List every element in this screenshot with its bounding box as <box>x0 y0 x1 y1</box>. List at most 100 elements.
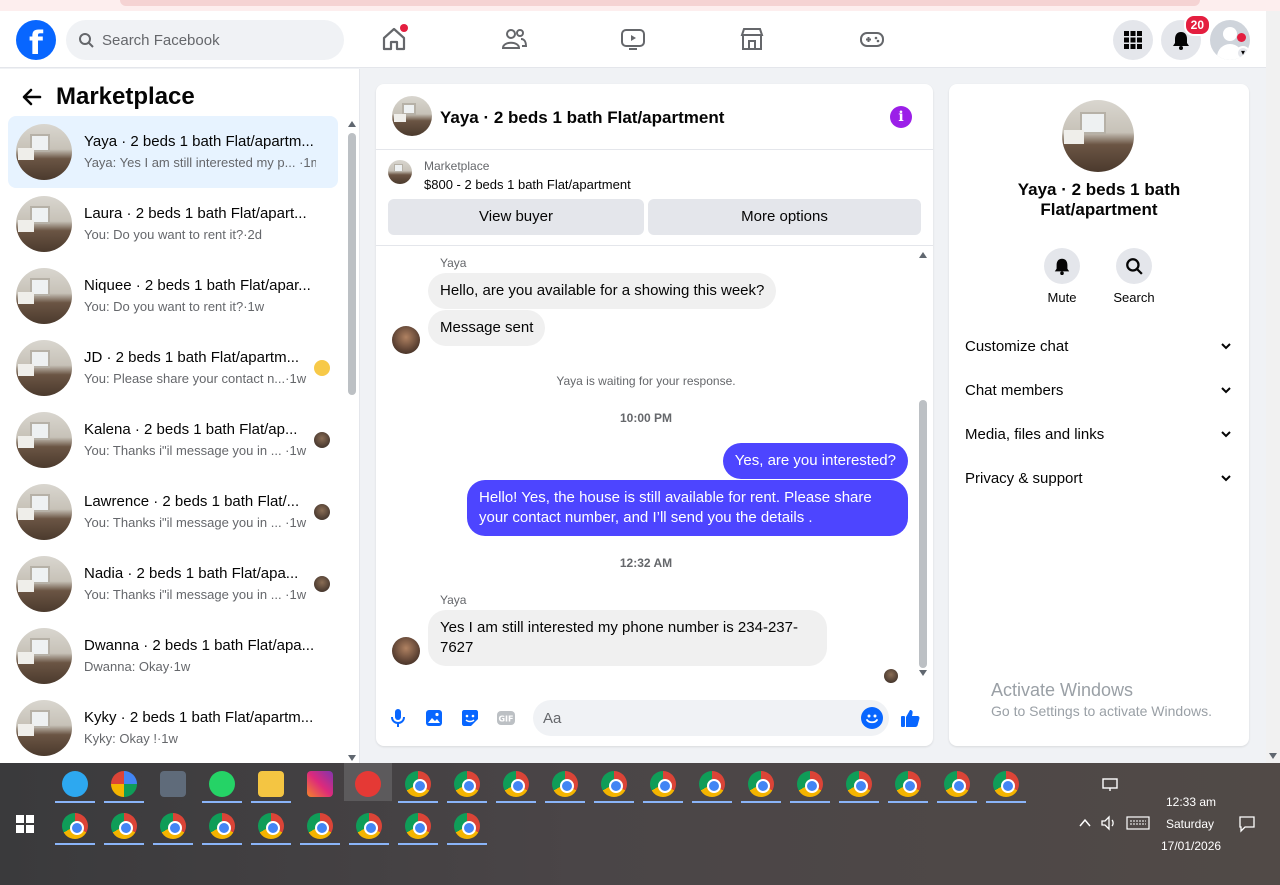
chrome-profile-icon[interactable] <box>307 813 333 839</box>
chat-scrollbar[interactable] <box>918 252 928 676</box>
chrome-profile-icon[interactable] <box>454 813 480 839</box>
chrome-profile-icon[interactable] <box>209 813 235 839</box>
home-nav[interactable] <box>380 24 408 53</box>
emoji-button[interactable] <box>861 707 883 729</box>
clock-time[interactable]: 12:33 am <box>1166 795 1216 809</box>
windows-start-icon[interactable] <box>16 815 34 833</box>
chrome-profile-icon[interactable] <box>503 771 529 797</box>
back-arrow-icon[interactable] <box>20 85 44 109</box>
notification-center-icon[interactable] <box>1238 815 1256 833</box>
conversation-item[interactable]: Kyky · 2 beds 1 bath Flat/apartm... Kyky:… <box>8 692 338 764</box>
chrome-profile-icon[interactable] <box>405 813 431 839</box>
chrome-profile-icon[interactable] <box>552 771 578 797</box>
clock-day[interactable]: Saturday <box>1166 817 1214 831</box>
chrome-profile-icon[interactable] <box>454 771 480 797</box>
chrome-profile-icon[interactable] <box>895 771 921 797</box>
conversation-item[interactable]: Nadia · 2 beds 1 bath Flat/apa... You: Th… <box>8 548 338 620</box>
chrome-profile-icon[interactable] <box>993 771 1019 797</box>
app-icon-blue[interactable] <box>62 771 88 797</box>
like-button[interactable] <box>899 707 921 729</box>
incoming-message[interactable]: Yes I am still interested my phone numbe… <box>428 610 827 666</box>
chat-members-row[interactable]: Chat members <box>965 378 1233 402</box>
network-icon[interactable] <box>1101 777 1119 793</box>
instagram-icon[interactable] <box>307 771 333 797</box>
mute-action[interactable]: Mute <box>1032 248 1092 305</box>
outgoing-message[interactable]: Yes, are you interested? <box>722 443 908 479</box>
conversation-item[interactable]: Lawrence · 2 beds 1 bath Flat/... You: Th… <box>8 476 338 548</box>
sticker-button[interactable] <box>459 707 481 729</box>
clock-date[interactable]: 17/01/2026 <box>1161 839 1221 853</box>
sender-avatar[interactable] <box>392 637 420 665</box>
chat-listing-thumbnail[interactable] <box>392 96 432 136</box>
taskbar-underline <box>300 843 340 845</box>
conversation-item[interactable]: JD · 2 beds 1 bath Flat/apartm... You: Pl… <box>8 332 338 404</box>
listing-price[interactable]: $800 - 2 beds 1 bath Flat/apartment <box>424 177 631 192</box>
facebook-logo-icon[interactable]: f <box>16 20 56 60</box>
conversation-item[interactable]: Laura · 2 beds 1 bath Flat/apart... You: … <box>8 188 338 260</box>
incoming-message[interactable]: Hello, are you available for a showing t… <box>428 273 777 309</box>
chat-title[interactable]: Yaya · 2 beds 1 bath Flat/apartment <box>440 108 724 128</box>
scroll-down-arrow-icon[interactable] <box>919 670 927 676</box>
chrome-profile-icon[interactable] <box>601 771 627 797</box>
watermark-line-2: Go to Settings to activate Windows. <box>991 703 1212 719</box>
media-files-links-row[interactable]: Media, files and links <box>965 422 1233 446</box>
scroll-down-arrow-icon[interactable] <box>1269 753 1277 759</box>
more-options-button[interactable]: More options <box>648 199 921 235</box>
search-action[interactable]: Search <box>1104 248 1164 305</box>
chrome-profile-icon[interactable] <box>356 813 382 839</box>
search-input[interactable] <box>102 31 322 49</box>
chrome-profile-icon[interactable] <box>699 771 725 797</box>
notifications-button[interactable]: 20 <box>1161 14 1211 60</box>
row-label: Customize chat <box>965 337 1069 355</box>
view-buyer-button[interactable]: View buyer <box>388 199 644 235</box>
friends-nav[interactable] <box>500 25 528 53</box>
listing-thumbnail <box>16 268 72 324</box>
menu-button[interactable] <box>1113 20 1153 60</box>
calculator-icon[interactable] <box>160 771 186 797</box>
conversation-item[interactable]: Kalena · 2 beds 1 bath Flat/ap... You: Th… <box>8 404 338 476</box>
conversation-item[interactable]: Niquee · 2 beds 1 bath Flat/apar... You: … <box>8 260 338 332</box>
chevron-up-icon[interactable] <box>1078 817 1092 829</box>
gif-button[interactable]: GIF <box>495 707 517 729</box>
scrollbar-thumb[interactable] <box>348 133 356 395</box>
whatsapp-icon[interactable] <box>209 771 235 797</box>
privacy-support-row[interactable]: Privacy & support <box>965 466 1233 490</box>
scroll-up-arrow-icon[interactable] <box>919 252 927 258</box>
details-listing-thumbnail[interactable] <box>1062 100 1134 172</box>
outgoing-message[interactable]: Hello! Yes, the house is still available… <box>467 480 908 536</box>
active-app-icon[interactable] <box>355 771 381 797</box>
chrome-profile-icon[interactable] <box>650 771 676 797</box>
conversation-item[interactable]: Dwanna · 2 beds 1 bath Flat/apa... Dwanna… <box>8 620 338 692</box>
chrome-canary-icon[interactable] <box>111 771 137 797</box>
chrome-profile-icon[interactable] <box>160 813 186 839</box>
marketplace-nav[interactable] <box>738 25 766 53</box>
chrome-profile-icon[interactable] <box>944 771 970 797</box>
voice-clip-button[interactable] <box>387 707 409 729</box>
sidebar-scrollbar[interactable] <box>346 121 358 761</box>
chrome-profile-icon[interactable] <box>797 771 823 797</box>
speaker-icon[interactable] <box>1100 815 1118 831</box>
customize-chat-row[interactable]: Customize chat <box>965 334 1233 358</box>
scroll-down-arrow-icon[interactable] <box>348 755 356 761</box>
chrome-profile-icon[interactable] <box>748 771 774 797</box>
chrome-profile-icon[interactable] <box>405 771 431 797</box>
chrome-profile-icon[interactable] <box>258 813 284 839</box>
video-nav[interactable] <box>619 25 647 53</box>
gaming-nav[interactable] <box>858 25 886 53</box>
scrollbar-thumb[interactable] <box>919 400 927 668</box>
page-scrollbar[interactable] <box>1266 11 1280 763</box>
scroll-up-arrow-icon[interactable] <box>348 121 356 127</box>
search-box[interactable] <box>66 20 344 60</box>
keyboard-icon[interactable] <box>1126 816 1150 830</box>
message-box[interactable] <box>533 700 889 736</box>
file-explorer-icon[interactable] <box>258 771 284 797</box>
conversation-item[interactable]: Yaya · 2 beds 1 bath Flat/apartm... Yaya:… <box>8 116 338 188</box>
attach-photo-button[interactable] <box>423 707 445 729</box>
chrome-profile-icon[interactable] <box>846 771 872 797</box>
incoming-message[interactable]: Message sent <box>428 310 546 346</box>
message-input[interactable] <box>543 700 843 736</box>
info-icon[interactable]: i <box>890 106 912 128</box>
chrome-profile-icon[interactable] <box>111 813 137 839</box>
sender-avatar[interactable] <box>392 326 420 354</box>
chrome-profile-icon[interactable] <box>62 813 88 839</box>
